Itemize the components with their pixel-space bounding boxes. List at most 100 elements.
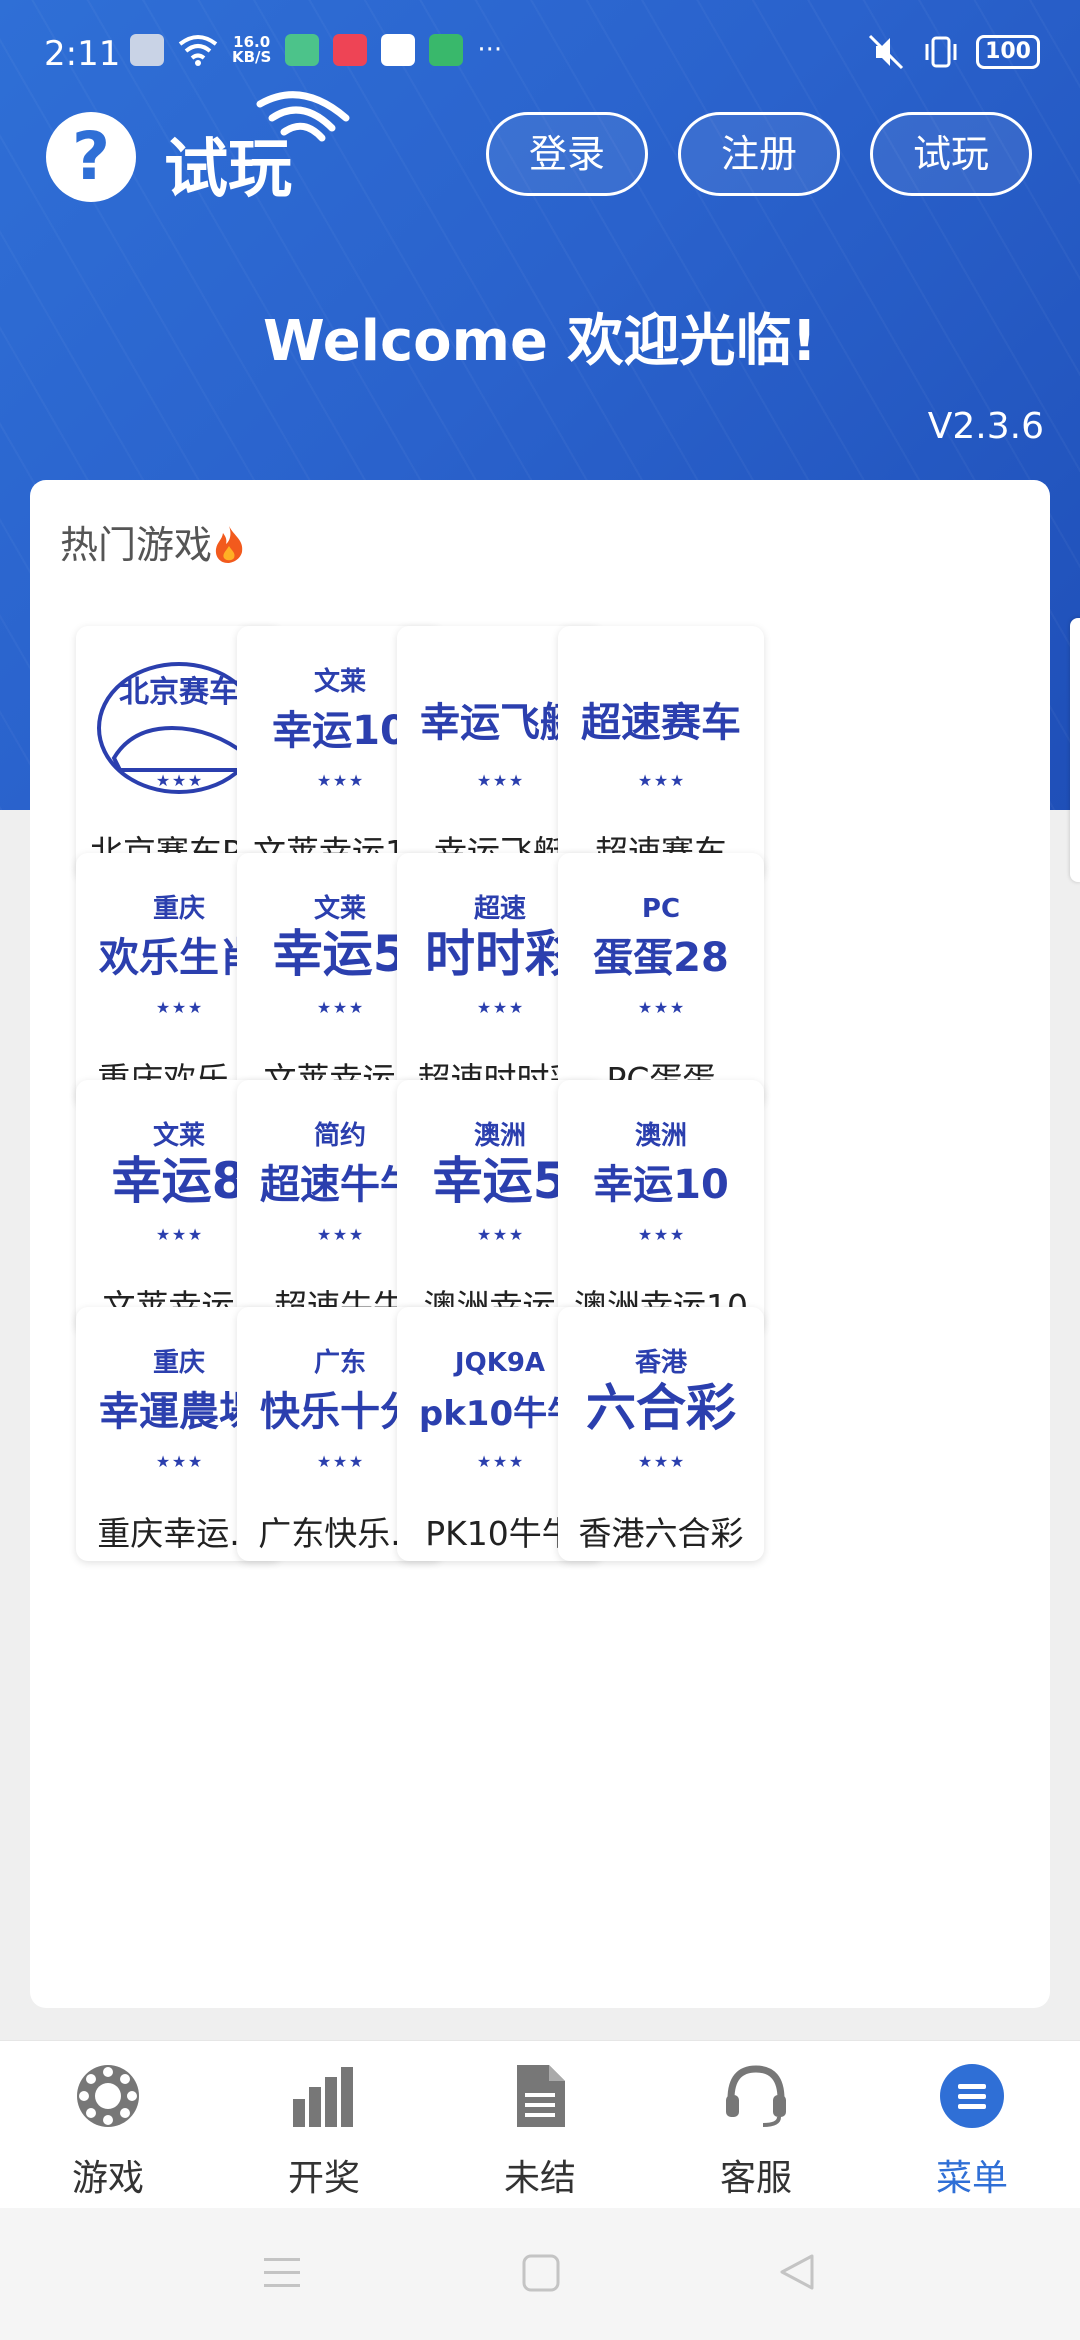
star-icon: ★ (477, 771, 491, 790)
more-icon: ··· (477, 35, 503, 65)
game-tile[interactable]: 香港 六合彩 ★ ★ ★ 香港六合彩 (558, 1307, 764, 1561)
wifi-icon (178, 35, 218, 66)
game-logo-title: 时时彩 (425, 925, 575, 983)
signal-icon (256, 91, 350, 142)
nav-item-lottery-results[interactable]: 开奖 (216, 2041, 432, 2209)
trial-button[interactable]: 试玩 (870, 112, 1032, 196)
app-icon (381, 34, 416, 66)
star-icon: ★ (493, 1225, 507, 1244)
game-logo: 澳洲幸运10★ ★ ★ (593, 1121, 729, 1244)
app-icon (429, 34, 464, 66)
nav-label: 未结 (503, 2158, 576, 2199)
hot-games-title-text: 热门游戏 (60, 523, 213, 567)
star-icon: ★ (333, 998, 347, 1017)
star-icon: ★ (172, 771, 186, 790)
star-icon: ★ (509, 1225, 523, 1244)
bottom-nav: 游戏 开奖 未结 客服 菜单 (0, 2040, 1080, 2208)
star-icon: ★ (156, 998, 170, 1017)
network-speed: 16.0 KB/S (232, 35, 271, 65)
nav-item-unsettled[interactable]: 未结 (432, 2041, 648, 2209)
game-name: 香港六合彩 (578, 1514, 744, 1553)
nav-item-menu[interactable]: 菜单 (864, 2041, 1080, 2209)
back-icon[interactable] (776, 2252, 816, 2292)
star-icon: ★ (670, 1452, 684, 1471)
game-logo-subtitle: PC (642, 894, 680, 924)
star-icon: ★ (509, 1452, 523, 1471)
game-logo-subtitle: 文莱 (153, 1120, 205, 1151)
headset-icon (726, 2065, 786, 2127)
recent-apps-icon[interactable] (262, 2256, 302, 2290)
star-icon: ★ (638, 1225, 652, 1244)
star-icon: ★ (638, 998, 652, 1017)
poker-chip-icon (77, 2065, 139, 2127)
star-icon: ★ (670, 771, 684, 790)
game-logo-subtitle: 文莱 (314, 893, 366, 924)
star-icon: ★ (654, 771, 668, 790)
star-icon: ★ (333, 1225, 347, 1244)
star-icon: ★ (509, 998, 523, 1017)
status-bar: 2:11 16.0 KB/S ··· 100 (0, 0, 1080, 110)
star-icon: ★ (493, 771, 507, 790)
login-button[interactable]: 登录 (486, 112, 648, 196)
star-icon: ★ (477, 1225, 491, 1244)
star-icon: ★ (670, 1225, 684, 1244)
game-logo-title: 六合彩 (586, 1379, 736, 1437)
app-icon (333, 34, 368, 66)
star-icon: ★ (156, 1452, 170, 1471)
star-icon: ★ (638, 1452, 652, 1471)
game-logo-title: 欢乐生肖 (98, 935, 259, 981)
game-tile[interactable]: 澳洲幸运10★★★澳洲幸运10 (558, 1080, 764, 1334)
nav-label: 开奖 (287, 2158, 360, 2199)
game-logo-title: 幸运10 (593, 1162, 729, 1208)
welcome-title: Welcome 欢迎光临! (263, 309, 817, 374)
net-speed-unit: KB/S (232, 48, 272, 66)
menu-icon (940, 2064, 1004, 2128)
register-button[interactable]: 注册 (678, 112, 840, 196)
star-icon: ★ (349, 1452, 363, 1471)
game-tile[interactable]: PC蛋蛋28★★★PC蛋蛋 (558, 853, 764, 1107)
star-icon: ★ (477, 1452, 491, 1471)
game-logo-title: 幸运飞艇 (420, 700, 580, 746)
game-tile[interactable]: 超速赛车★★★超速赛车 (558, 626, 764, 880)
app-icon (285, 34, 320, 66)
star-icon: ★ (172, 1225, 186, 1244)
star-icon: ★ (477, 998, 491, 1017)
game-logo-subtitle: 超速 (474, 894, 526, 924)
game-logo-subtitle: 重庆 (153, 893, 205, 924)
help-logo-icon[interactable]: ? (46, 112, 136, 202)
star-icon: ★ (156, 1225, 170, 1244)
game-logo-title: 超速牛牛 (260, 1162, 420, 1208)
game-logo-title: 幸运5 (433, 1152, 568, 1210)
side-drawer-handle[interactable] (1070, 618, 1080, 882)
nav-item-customer-service[interactable]: 客服 (648, 2041, 864, 2209)
nav-item-games[interactable]: 游戏 (0, 2041, 216, 2209)
app-version: V2.3.6 (927, 406, 1044, 447)
game-logo-subtitle: 简约 (314, 1120, 366, 1151)
game-logo-subtitle: JQK9A (453, 1348, 545, 1378)
star-icon: ★ (317, 998, 331, 1017)
star-icon: ★ (654, 998, 668, 1017)
nav-label: 游戏 (71, 2158, 144, 2199)
home-icon[interactable] (522, 2254, 560, 2292)
game-logo-subtitle: 重庆 (153, 1347, 205, 1378)
star-icon: ★ (317, 771, 331, 790)
game-logo-title: 幸運農場 (99, 1389, 259, 1435)
star-icon: ★ (188, 998, 202, 1017)
game-logo-subtitle: 澳洲 (474, 1121, 526, 1151)
star-icon: ★ (654, 1225, 668, 1244)
game-logo: PC蛋蛋28★ ★ ★ (593, 894, 729, 1017)
fire-icon (215, 526, 243, 563)
star-icon: ★ (654, 1452, 668, 1471)
star-icon: ★ (172, 1452, 186, 1471)
star-icon: ★ (333, 1452, 347, 1471)
document-icon (517, 2065, 565, 2127)
star-icon: ★ (188, 771, 202, 790)
game-logo-title: 蛋蛋28 (593, 935, 729, 981)
star-icon: ★ (349, 1225, 363, 1244)
car-silhouette (111, 725, 251, 772)
game-logo-subtitle: 北京赛车 (119, 675, 239, 710)
star-icon: ★ (317, 1452, 331, 1471)
system-navigation-bar (0, 2208, 1080, 2340)
game-logo-title: 超速赛车 (581, 700, 741, 746)
game-logo: 香港六合彩★ ★ ★ (586, 1348, 736, 1471)
